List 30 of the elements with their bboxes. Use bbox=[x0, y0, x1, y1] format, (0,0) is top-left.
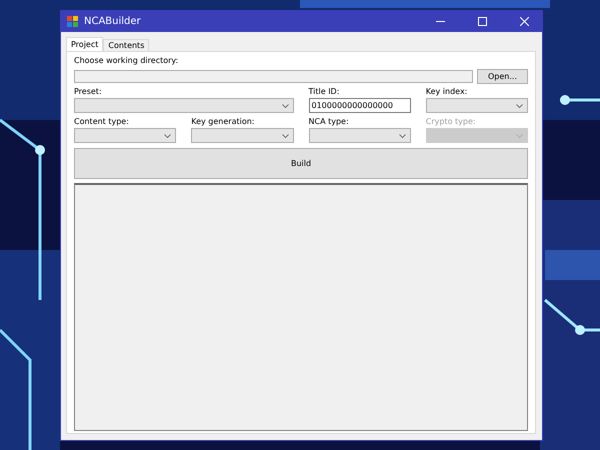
app-icon bbox=[67, 16, 78, 27]
open-button[interactable]: Open... bbox=[477, 69, 528, 84]
dropdown[interactable] bbox=[426, 98, 528, 113]
window-title: NCABuilder bbox=[84, 16, 142, 27]
build-button[interactable]: Build bbox=[74, 148, 528, 179]
field-label: Key generation: bbox=[191, 117, 256, 127]
tab[interactable]: Project bbox=[66, 37, 104, 51]
minimize-icon bbox=[436, 21, 444, 22]
chevron-down-icon bbox=[398, 134, 406, 138]
field-label: Title ID: bbox=[308, 87, 340, 97]
chevron-down-icon bbox=[164, 134, 172, 138]
tab[interactable]: Contents bbox=[103, 39, 150, 51]
maximize-icon bbox=[478, 17, 486, 26]
chevron-down-icon bbox=[516, 104, 523, 108]
text-field[interactable]: 0100000000000000 bbox=[308, 98, 411, 113]
directory-field[interactable] bbox=[74, 70, 473, 83]
chevron-down-icon bbox=[516, 134, 523, 138]
field-label: Choose working directory: bbox=[74, 56, 180, 66]
field-label: NCA type: bbox=[308, 117, 350, 127]
field-label: Crypto type: bbox=[426, 117, 477, 127]
dropdown[interactable] bbox=[191, 128, 294, 143]
field-label: Content type: bbox=[74, 117, 130, 127]
chevron-down-icon bbox=[282, 104, 288, 108]
field-label: Preset: bbox=[74, 87, 103, 97]
close-icon bbox=[520, 17, 528, 26]
dropdown[interactable] bbox=[308, 128, 411, 143]
dropdown[interactable] bbox=[74, 128, 176, 143]
field-label: Key index: bbox=[426, 87, 468, 97]
dropdown[interactable] bbox=[74, 98, 294, 113]
chevron-down-icon bbox=[282, 134, 288, 138]
